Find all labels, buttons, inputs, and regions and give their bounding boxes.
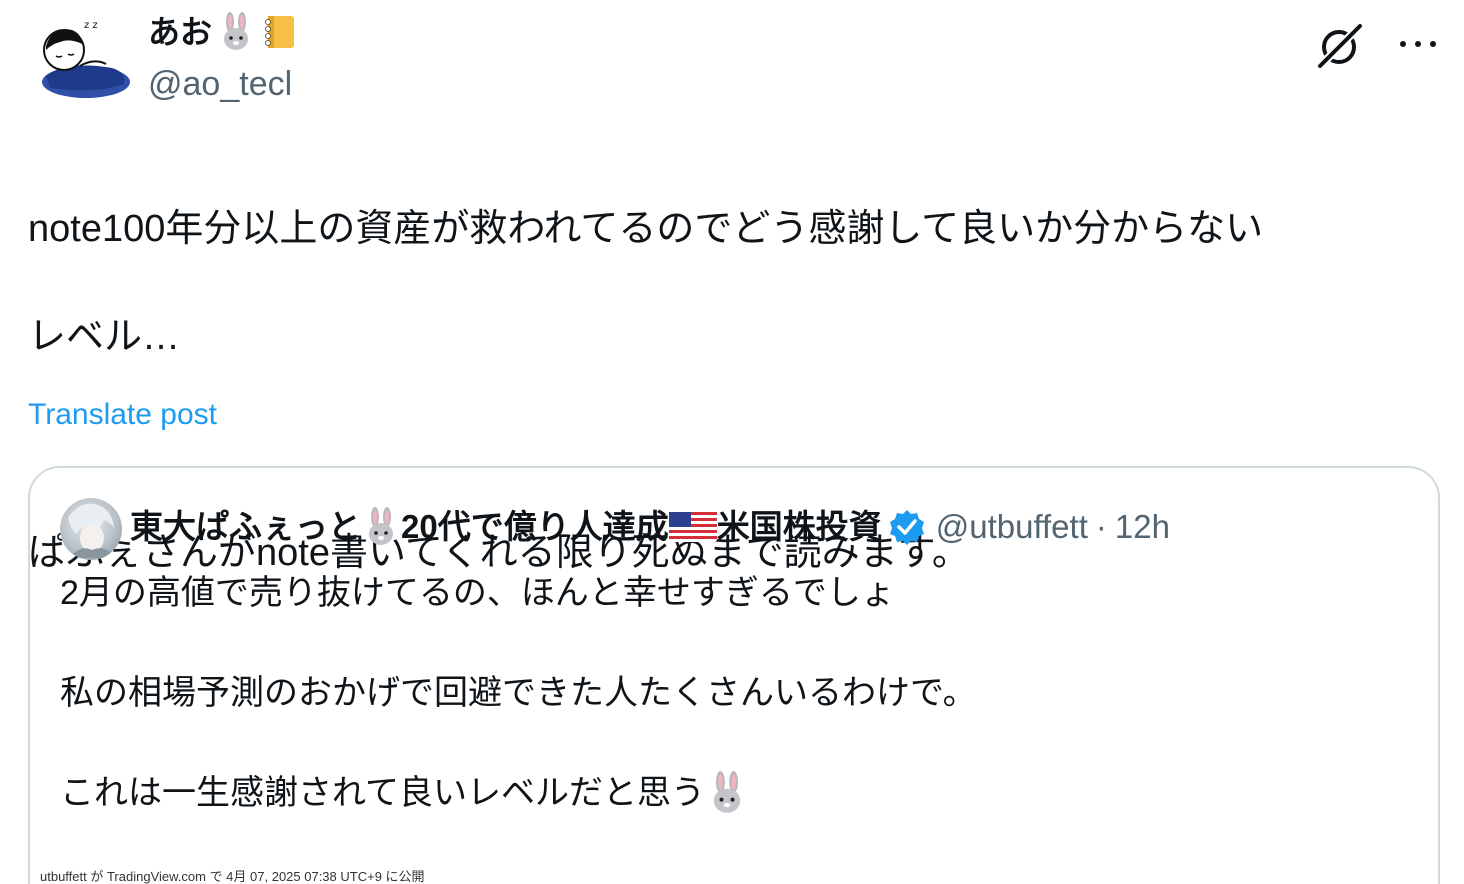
- post-text-spacer: [28, 418, 1438, 472]
- svg-text:z z: z z: [84, 20, 98, 31]
- more-dot: [1430, 41, 1436, 47]
- quoted-name-part: 20代で億り人達成: [401, 508, 669, 545]
- quoted-text-spacer: [60, 718, 1400, 768]
- quoted-author-handle[interactable]: @utbuffett: [936, 504, 1088, 550]
- quoted-header: 東大ぱふぇっと 20代で億り人達成 米国株投資 @utbuffett · 12h: [130, 504, 1170, 550]
- grok-slash-icon[interactable]: [1314, 20, 1366, 72]
- quoted-post-time[interactable]: 12h: [1115, 504, 1170, 550]
- quoted-text-line: これは一生感謝されて良いレベルだと思う: [60, 768, 1400, 818]
- rabbit-emoji-icon: [713, 771, 741, 813]
- author-name-text: あお: [148, 14, 213, 50]
- quoted-post[interactable]: 東大ぱふぇっと 20代で億り人達成 米国株投資 @utbuffett · 12h…: [28, 466, 1440, 884]
- more-horizontal-icon[interactable]: [1398, 28, 1438, 60]
- quoted-image-caption: utbuffett が TradingView.com で 4月 07, 202…: [40, 869, 425, 884]
- verified-badge-icon[interactable]: [888, 508, 926, 546]
- quoted-text-line-2: 私の相場予測のおかげで回避できた人たくさんいるわけで。: [60, 674, 977, 712]
- notebook-emoji-icon: [265, 16, 295, 48]
- post-text-line: note100年分以上の資産が救われてるのでどう感謝して良いか分からない: [28, 208, 1264, 250]
- separator-dot: ·: [1095, 508, 1107, 545]
- author-handle[interactable]: @ao_tecl: [148, 62, 292, 106]
- quoted-text-line: 私の相場予測のおかげで回避できた人たくさんいるわけで。: [60, 668, 1400, 718]
- quoted-name-part: 米国株投資: [716, 508, 882, 545]
- more-dot: [1415, 41, 1421, 47]
- quoted-author-avatar[interactable]: [60, 498, 122, 560]
- quoted-author-name[interactable]: 東大ぱふぇっと 20代で億り人達成 米国株投資: [130, 504, 882, 550]
- quoted-text-spacer: [60, 618, 1400, 668]
- quoted-text-line-1: 2月の高値で売り抜けてるの、ほんと幸せすぎるでしょ: [60, 574, 895, 612]
- more-dot: [1400, 41, 1406, 47]
- author-avatar[interactable]: z z: [26, 10, 136, 110]
- rabbit-emoji-icon: [369, 507, 393, 545]
- quoted-text-line: 2月の高値で売り抜けてるの、ほんと幸せすぎるでしょ: [60, 568, 1400, 618]
- quoted-avatar-image: [68, 503, 114, 558]
- post-card: z z あお @ao_tecl note100年分以上の資産が救われてるのでどう…: [0, 0, 1464, 884]
- rabbit-emoji-icon: [224, 12, 249, 50]
- quoted-name-part: 東大ぱふぇっと: [130, 508, 361, 545]
- quoted-text-line-3: これは一生感謝されて良いレベルだと思う: [60, 774, 705, 812]
- post-text-line: レベル…: [28, 316, 181, 358]
- quoted-post-text: 2月の高値で売り抜けてるの、ほんと幸せすぎるでしょ 私の相場予測のおかげで回避で…: [60, 568, 1400, 818]
- translate-post-link[interactable]: Translate post: [28, 394, 217, 436]
- us-flag-emoji-icon: [668, 512, 717, 542]
- author-name[interactable]: あお: [148, 10, 300, 54]
